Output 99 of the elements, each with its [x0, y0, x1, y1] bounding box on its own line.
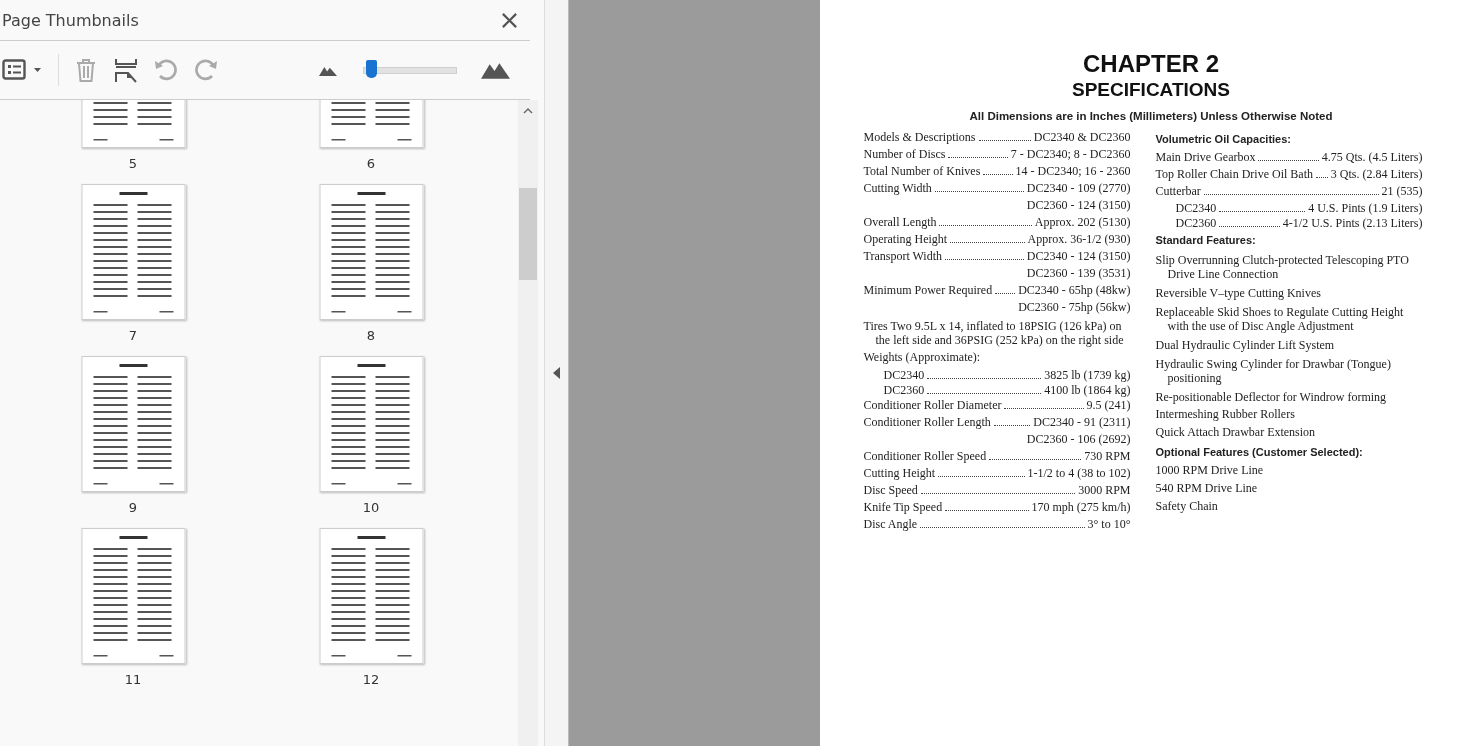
spec-text: Slip Overrunning Clutch-protected Telescoping PTO Drive Line Connection [1155, 253, 1410, 281]
spec-value: DC2340 - 91 (2311) [1033, 415, 1131, 430]
page-thumbnail[interactable] [318, 356, 424, 492]
spec-label: DC2360 [883, 383, 925, 398]
page-number: 7 [128, 328, 138, 343]
spec-value: 3 Qts. (2.84 Liters) [1330, 167, 1423, 182]
spec-label: Total Number of Knives [863, 164, 981, 179]
dot-leader [983, 173, 1013, 175]
small-mountain-icon [319, 64, 337, 76]
spec-value: 4 U.S. Pints (1.9 Liters) [1308, 201, 1423, 216]
spec-label: Overall Length [863, 215, 937, 230]
page-thumbnail[interactable] [318, 184, 424, 320]
spec-label: Models & Descriptions [863, 130, 976, 145]
spec-text: Hydraulic Swing Cylinder for Drawbar (Tongue) positioning [1155, 357, 1392, 385]
spec-value: 4-1/2 U.S. Pints (2.13 Liters) [1282, 216, 1423, 231]
dot-leader [1316, 176, 1328, 178]
spec-label: Number of Discs [863, 147, 946, 162]
spec-text: Safety Chain [1155, 499, 1219, 514]
spec-text: Quick Attach Drawbar Extension [1155, 425, 1317, 440]
spec-value: Approx. 202 (5130) [1034, 215, 1131, 230]
page-thumbnail[interactable] [80, 356, 186, 492]
slider-thumb[interactable] [365, 60, 377, 78]
spec-label: Cutting Width [863, 181, 932, 196]
spec-label: Cutterbar [1155, 184, 1201, 199]
page-thumbnail[interactable] [318, 528, 424, 664]
spec-label: DC2340 [883, 368, 925, 383]
spec-text: Weights (Approximate): [863, 350, 982, 365]
spec-label: Minimum Power Required [863, 283, 993, 298]
spec-label: Top Roller Chain Drive Oil Bath [1155, 167, 1313, 182]
page-title: SPECIFICATIONS [1072, 78, 1230, 102]
spec-value: 14 - DC2340; 16 - 2360 [1015, 164, 1131, 179]
spec-value: 9.5 (241) [1086, 398, 1131, 413]
spec-label: Knife Tip Speed [863, 500, 943, 515]
page-number: 6 [366, 156, 376, 171]
spec-value: DC2360 - 124 (3150) [1026, 198, 1131, 213]
panel-title: Page Thumbnails [2, 10, 139, 30]
spec-value: 7 - DC2340; 8 - DC2360 [1010, 147, 1131, 162]
page-number: 10 [362, 500, 380, 515]
spec-value: 170 mph (275 km/h) [1031, 500, 1131, 515]
dot-leader [978, 139, 1031, 141]
page-subtitle: All Dimensions are in Inches (Millimeters) Unless Otherwise Noted [969, 110, 1333, 122]
spec-value: DC2360 - 75hp (56kw) [1018, 300, 1131, 315]
spec-text: 540 RPM Drive Line [1155, 481, 1259, 496]
section-heading: Optional Features (Customer Selected): [1155, 445, 1364, 460]
spec-text: 1000 RPM Drive Line [1155, 463, 1265, 478]
page-number: 12 [362, 672, 380, 687]
page-number: 8 [366, 328, 376, 343]
page-thumbnail[interactable] [80, 528, 186, 664]
page-thumbnail[interactable] [80, 184, 186, 320]
spec-value: DC2360 - 139 (3531) [1026, 266, 1131, 281]
spec-label: DC2360 [1175, 216, 1217, 231]
collapse-panel-icon[interactable] [552, 367, 561, 379]
spec-label: Conditioner Roller Length [863, 415, 991, 430]
scrollbar-thumb[interactable] [519, 188, 537, 280]
section-heading: Standard Features: [1155, 233, 1257, 248]
spec-value: 4100 lb (1864 kg) [1044, 383, 1131, 398]
spec-value: 3° to 10° [1087, 517, 1131, 532]
spec-value: DC2340 & DC2360 [1033, 130, 1131, 145]
spec-value: DC2340 - 109 (2770) [1026, 181, 1131, 196]
spec-label: Cutting Height [863, 466, 936, 481]
page-number: 11 [124, 672, 142, 687]
page-number: 5 [128, 156, 138, 171]
spec-label: DC2340 [1175, 201, 1217, 216]
spec-value: DC2340 - 65hp (48kw) [1018, 283, 1131, 298]
spec-text: Replaceable Skid Shoes to Regulate Cutting Height with the use of Disc Angle Adjustment [1155, 305, 1405, 333]
spec-label: Disc Angle [863, 517, 918, 532]
spec-text: Intermeshing Rubber Rollers [1155, 407, 1296, 422]
close-icon[interactable] [501, 11, 518, 29]
spec-label: Conditioner Roller Speed [863, 449, 987, 464]
insert-page-icon[interactable] [113, 57, 139, 83]
section-heading: Volumetric Oil Capacities: [1155, 132, 1292, 147]
spec-value: 3000 RPM [1078, 483, 1131, 498]
spec-value: 21 (535) [1381, 184, 1423, 199]
spec-value: 4.75 Qts. (4.5 Liters) [1321, 150, 1423, 165]
spec-text: Dual Hydraulic Cylinder Lift System [1155, 338, 1336, 352]
spec-text: Re-positionable Deflector for Windrow forming [1155, 390, 1388, 404]
spec-label: Main Drive Gearbox [1155, 150, 1256, 165]
chapter-heading: CHAPTER 2 [1083, 50, 1219, 78]
spec-value: DC2340 - 124 (3150) [1026, 249, 1131, 264]
large-mountain-icon [481, 61, 510, 79]
scroll-up-icon[interactable] [523, 108, 533, 114]
dot-leader [948, 156, 1008, 158]
dot-leader [1219, 225, 1280, 227]
spec-value: 730 RPM [1084, 449, 1131, 464]
spec-value: DC2360 - 106 (2692) [1026, 432, 1131, 447]
dot-leader [1258, 159, 1319, 161]
spec-label: Transport Width [863, 249, 943, 264]
spec-label: Operating Height [863, 232, 948, 247]
thumbnail-size-slider[interactable] [361, 60, 457, 80]
dot-leader [995, 292, 1016, 294]
spec-value: 1-1/2 to 4 (38 to 102) [1027, 466, 1131, 481]
spec-text: Reversible V–type Cutting Knives [1155, 286, 1322, 300]
spec-value: Approx. 36-1/2 (930) [1027, 232, 1131, 247]
spec-value: 3825 lb (1739 kg) [1044, 368, 1131, 383]
spec-text: Tires Two 9.5L x 14, inflated to 18PSIG (126 kPa) on the left side and 36PSIG (252 kPa) on the right side [863, 319, 1125, 347]
spec-label: Conditioner Roller Diameter [863, 398, 1002, 413]
page-number: 9 [128, 500, 138, 515]
dot-leader [993, 424, 1031, 426]
spec-label: Disc Speed [863, 483, 918, 498]
